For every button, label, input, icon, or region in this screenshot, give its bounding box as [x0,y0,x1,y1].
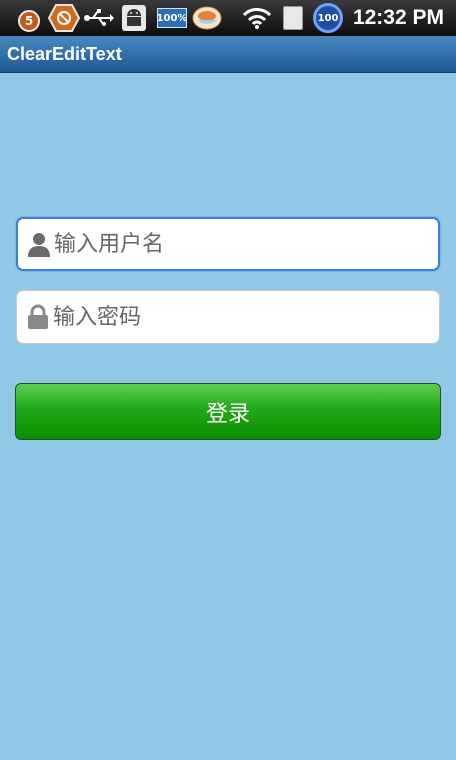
notification-badge-icon: 5 [14,3,44,33]
username-input[interactable] [54,231,424,257]
usb-icon [82,3,116,33]
status-clock: 12:32 PM [352,6,444,29]
settings-hex-icon [46,3,82,33]
battery-percent-label: 100% [157,8,187,28]
password-input[interactable] [53,304,423,330]
user-icon [28,233,50,257]
circle-badge-label: 100 [313,3,343,33]
wifi-icon [240,3,274,33]
title-bar: ClearEditText [0,36,456,73]
android-icon [118,3,150,33]
status-bar: 5 100% 100 12:32 PM [0,0,456,36]
circle-100-icon: 100 [312,3,344,33]
food-bowl-icon [190,3,224,33]
lock-icon [28,304,48,329]
password-field[interactable] [16,290,440,344]
sim-card-icon [280,3,306,33]
battery-percent-icon: 100% [156,3,188,33]
app-title: ClearEditText [7,43,122,64]
login-button[interactable]: 登录 [15,383,441,440]
username-field[interactable] [16,217,440,271]
notification-count: 5 [18,10,40,32]
